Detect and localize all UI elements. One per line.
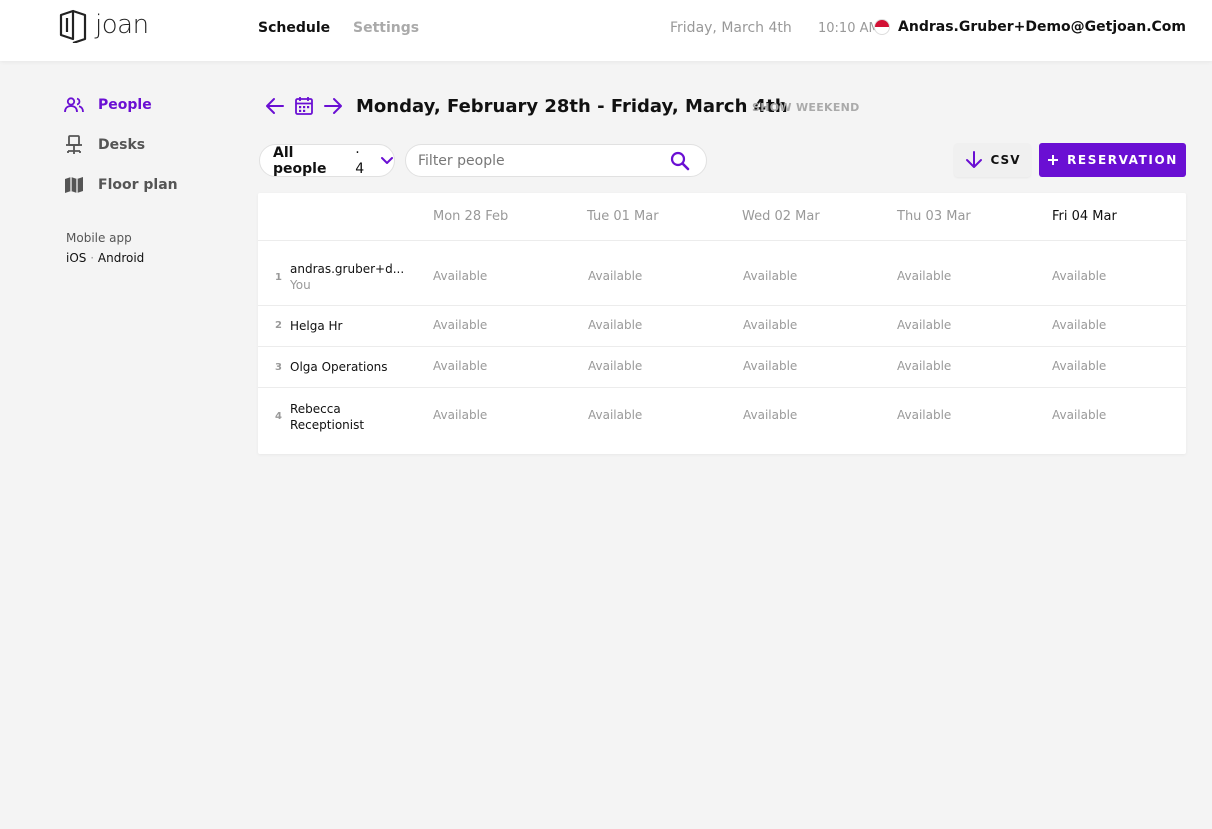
people-filter-dropdown[interactable]: All people · 4 [259, 144, 395, 177]
availability-cell[interactable]: Available [897, 359, 951, 373]
table-row: 4 Rebecca Receptionist Available Availab… [258, 388, 1186, 453]
reservation-label: RESERVATION [1067, 153, 1178, 167]
logo-text: joan [95, 10, 149, 40]
mobile-app-label: Mobile app [66, 231, 132, 245]
availability-cell[interactable]: Available [588, 269, 642, 283]
availability-cell[interactable]: Available [743, 408, 797, 422]
week-navigation [264, 95, 344, 117]
availability-cell[interactable]: Available [1052, 269, 1106, 283]
column-header: Thu 03 Mar [897, 209, 971, 224]
person-name-text: Helga Hr [290, 319, 343, 333]
calendar-icon [295, 97, 313, 115]
person-name[interactable]: Olga Operations [290, 359, 402, 375]
sidebar-item-label: Floor plan [98, 177, 178, 193]
joan-logo[interactable]: joan [59, 9, 149, 43]
map-icon [64, 175, 84, 195]
availability-cell[interactable]: Available [743, 359, 797, 373]
search-icon[interactable] [670, 151, 690, 171]
table-row: 1 andras.gruber+d... You Available Avail… [258, 241, 1186, 306]
sidebar-item-people[interactable]: People [64, 95, 152, 115]
link-separator: · [90, 251, 95, 265]
week-range-title: Monday, February 28th - Friday, March 4t… [356, 96, 788, 117]
availability-cell[interactable]: Available [1052, 318, 1106, 332]
person-sublabel: You [290, 278, 311, 292]
joan-logo-icon [59, 9, 87, 43]
top-header: joan Schedule Settings Friday, March 4th… [0, 0, 1212, 61]
person-name[interactable]: Rebecca Receptionist [290, 401, 386, 433]
current-date: Friday, March 4th [670, 20, 792, 36]
availability-cell[interactable]: Available [1052, 359, 1106, 373]
person-name-text: Olga Operations [290, 360, 388, 374]
filter-people-search [405, 144, 707, 177]
person-name-text: andras.gruber+d... [290, 262, 405, 276]
user-menu[interactable]: Andras.Gruber+Demo@Getjoan.Com [874, 19, 1186, 35]
current-time: 10:10 AM [818, 21, 880, 36]
availability-cell[interactable]: Available [588, 408, 642, 422]
android-link[interactable]: Android [98, 251, 144, 265]
arrow-left-icon [266, 98, 284, 114]
chevron-down-icon [380, 156, 394, 166]
availability-cell[interactable]: Available [433, 408, 487, 422]
plus-icon [1048, 155, 1059, 165]
availability-cell[interactable]: Available [588, 318, 642, 332]
table-row: 2 Helga Hr Available Available Available… [258, 306, 1186, 347]
table-row: 3 Olga Operations Available Available Av… [258, 347, 1186, 388]
availability-cell[interactable]: Available [743, 269, 797, 283]
next-week-button[interactable] [322, 95, 344, 117]
mobile-app-links: iOS · Android [66, 251, 144, 265]
arrow-right-icon [324, 98, 342, 114]
row-number: 3 [275, 362, 282, 373]
person-name[interactable]: Helga Hr [290, 318, 402, 334]
nav-schedule[interactable]: Schedule [258, 20, 330, 36]
person-name-text: Rebecca Receptionist [290, 402, 365, 432]
previous-week-button[interactable] [264, 95, 286, 117]
availability-cell[interactable]: Available [897, 408, 951, 422]
sidebar-item-label: People [98, 97, 152, 113]
user-email: Andras.Gruber+Demo@Getjoan.Com [898, 19, 1186, 35]
table-header: Mon 28 Feb Tue 01 Mar Wed 02 Mar Thu 03 … [258, 193, 1186, 241]
availability-cell[interactable]: Available [897, 318, 951, 332]
column-header: Tue 01 Mar [587, 209, 659, 224]
csv-label: CSV [990, 153, 1021, 167]
csv-export-button[interactable]: CSV [954, 143, 1031, 177]
sidebar-item-desks[interactable]: Desks [64, 135, 145, 155]
availability-cell[interactable]: Available [433, 318, 487, 332]
availability-cell[interactable]: Available [433, 269, 487, 283]
ios-link[interactable]: iOS [66, 251, 86, 265]
availability-cell[interactable]: Available [897, 269, 951, 283]
filter-people-input[interactable] [418, 152, 658, 169]
schedule-table: Mon 28 Feb Tue 01 Mar Wed 02 Mar Thu 03 … [258, 193, 1186, 454]
show-weekend-toggle[interactable]: SHOW WEEKEND [752, 101, 860, 114]
row-number: 2 [275, 320, 282, 331]
availability-cell[interactable]: Available [1052, 408, 1106, 422]
row-number: 4 [275, 411, 282, 422]
people-filter-count: · 4 [355, 144, 365, 177]
sidebar-item-label: Desks [98, 137, 146, 153]
people-icon [64, 95, 84, 115]
people-filter-label: All people [273, 144, 327, 177]
row-number: 1 [275, 272, 282, 283]
arrow-down-icon [965, 151, 982, 168]
availability-cell[interactable]: Available [743, 318, 797, 332]
flag-avatar-icon [874, 19, 891, 35]
column-header: Wed 02 Mar [742, 209, 820, 224]
desk-chair-icon [64, 135, 84, 155]
add-reservation-button[interactable]: RESERVATION [1039, 143, 1186, 177]
sidebar-item-floor-plan[interactable]: Floor plan [64, 175, 178, 195]
calendar-button[interactable] [293, 95, 315, 117]
column-header: Mon 28 Feb [433, 209, 509, 224]
column-header-today: Fri 04 Mar [1052, 209, 1117, 224]
person-name[interactable]: andras.gruber+d... You [290, 261, 405, 293]
availability-cell[interactable]: Available [588, 359, 642, 373]
availability-cell[interactable]: Available [433, 359, 487, 373]
nav-settings[interactable]: Settings [353, 20, 419, 36]
